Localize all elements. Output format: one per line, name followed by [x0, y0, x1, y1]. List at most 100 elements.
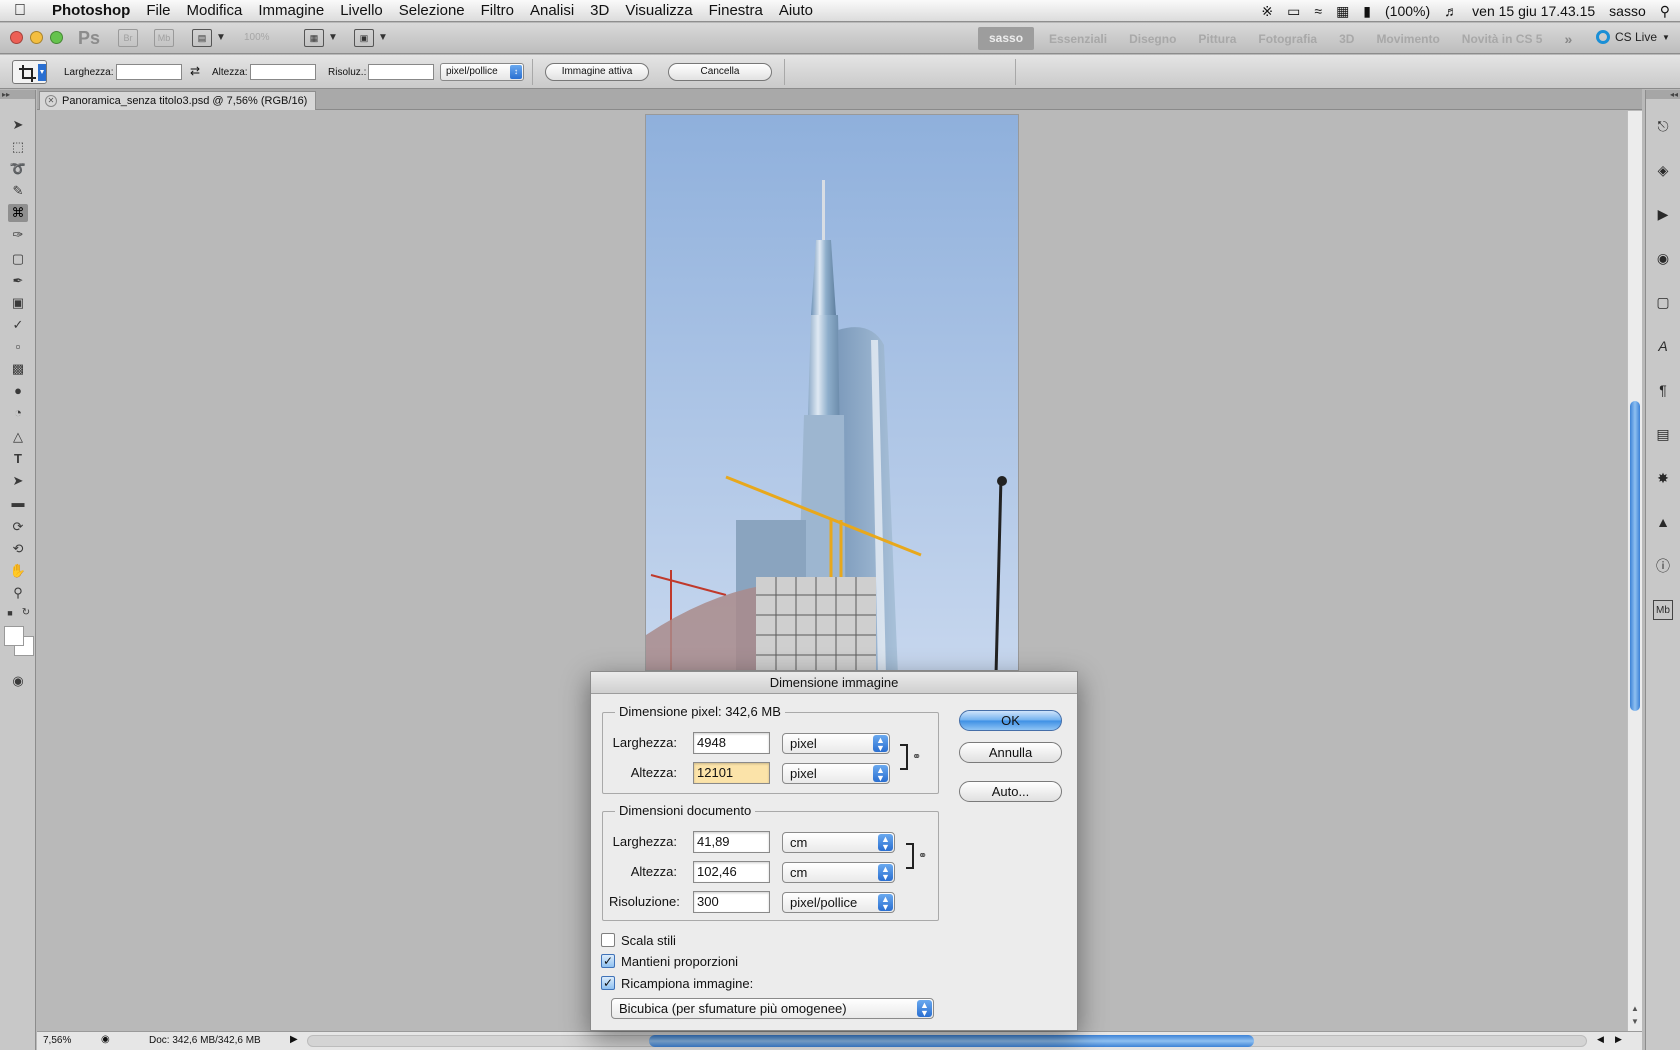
resolution-input[interactable]: 300 — [693, 891, 770, 913]
layers-panel-icon[interactable]: ◈ — [1653, 160, 1673, 180]
pixel-height-unit-select[interactable]: pixel ▲ ▼ — [782, 763, 890, 784]
quick-selection-tool-icon[interactable]: ✎ — [8, 182, 28, 200]
move-tool-icon[interactable]: ➤ — [8, 116, 28, 134]
resolution-unit-select[interactable]: pixel/pollice ▲ ▼ — [782, 892, 895, 913]
menu-3d[interactable]: 3D — [582, 2, 617, 19]
navigator-panel-icon[interactable]: ✸ — [1653, 468, 1673, 488]
menu-modifica[interactable]: Modifica — [179, 2, 251, 19]
resolution-input[interactable] — [368, 64, 434, 80]
workspace-movimento[interactable]: Movimento — [1365, 32, 1450, 46]
actions-panel-icon[interactable]: ▶ — [1653, 204, 1673, 224]
doc-height-input[interactable]: 102,46 — [693, 861, 770, 883]
clone-stamp-tool-icon[interactable]: ▣ — [8, 294, 28, 312]
wifi-icon[interactable]: ≈ — [1314, 3, 1322, 19]
constrain-proportions-box[interactable]: ✓ — [601, 954, 615, 968]
arrange-documents-icon[interactable]: ▦ — [304, 29, 324, 47]
workspace-fotografia[interactable]: Fotografia — [1247, 32, 1328, 46]
apple-icon[interactable]:  — [14, 2, 44, 20]
workspace-essenziali[interactable]: Essenziali — [1038, 32, 1118, 46]
workspace-disegno[interactable]: Disegno — [1118, 32, 1187, 46]
chevron-down-icon[interactable]: ▼ — [328, 32, 338, 43]
pen-tool-icon[interactable]: △ — [8, 428, 28, 446]
quick-mask-icon[interactable]: ◉ — [8, 672, 28, 690]
brush-tool-icon[interactable]: ✒ — [8, 272, 28, 290]
horizontal-scroll-thumb[interactable] — [649, 1035, 1254, 1047]
height-input[interactable] — [250, 64, 316, 80]
crop-tool-icon[interactable]: ⌘ — [8, 204, 28, 222]
scale-styles-checkbox[interactable]: Scala stili — [601, 932, 676, 948]
workspace-3d[interactable]: 3D — [1328, 32, 1365, 46]
hand-tool-icon[interactable]: ✋ — [8, 562, 28, 580]
doc-height-unit-select[interactable]: cm ▲ ▼ — [782, 862, 895, 883]
resample-method-select[interactable]: Bicubica (per sfumature più omogenee) ▲ ▼ — [611, 998, 934, 1019]
type-tool-icon[interactable]: T — [8, 450, 28, 468]
menu-analisi[interactable]: Analisi — [522, 2, 582, 19]
chevron-down-icon[interactable]: ▼ — [378, 32, 388, 43]
tool-preset-picker[interactable] — [12, 60, 47, 84]
scroll-right-icon[interactable]: ▶ — [1615, 1034, 1622, 1045]
zoom-window-button[interactable] — [50, 31, 63, 44]
default-colors-icon[interactable]: ■ — [4, 604, 16, 622]
menu-immagine[interactable]: Immagine — [250, 2, 332, 19]
clear-button[interactable]: Cancella — [668, 63, 772, 81]
bridge-button[interactable]: Br — [118, 29, 138, 47]
chevron-down-icon[interactable]: ▼ — [216, 32, 226, 43]
histogram-panel-icon[interactable]: ▲ — [1653, 512, 1673, 532]
status-menu-icon[interactable]: ▶ — [290, 1034, 298, 1045]
clock[interactable]: ven 15 giu 17.43.15 — [1472, 3, 1595, 19]
status-zoom[interactable]: 7,56% — [43, 1035, 71, 1046]
foreground-color-swatch[interactable] — [4, 626, 24, 646]
swap-colors-icon[interactable]: ↻ — [20, 604, 32, 622]
rectangle-tool-icon[interactable]: ▬ — [8, 494, 28, 512]
scroll-down-icon[interactable]: ▼ — [1631, 1017, 1639, 1026]
screen-mode-icon[interactable]: ▣ — [354, 29, 374, 47]
resample-checkbox[interactable]: ✓ Ricampiona immagine: — [601, 975, 753, 991]
constrain-proportions-checkbox[interactable]: ✓ Mantieni proporzioni — [601, 953, 738, 969]
battery-icon[interactable]: ▮ — [1363, 3, 1371, 20]
cs-live-button[interactable]: CS Live ▼ — [1596, 30, 1670, 44]
scroll-up-icon[interactable]: ▲ — [1631, 1004, 1639, 1013]
3d-orbit-tool-icon[interactable]: ⟲ — [8, 540, 28, 558]
calendar-icon[interactable]: ▦ — [1336, 3, 1349, 20]
eraser-tool-icon[interactable]: ▫ — [8, 338, 28, 356]
zoom-level[interactable]: 100% — [244, 32, 270, 43]
workspace-pittura[interactable]: Pittura — [1187, 32, 1247, 46]
vertical-scrollbar[interactable]: ▲ ▼ — [1627, 111, 1642, 1031]
marquee-tool-icon[interactable]: ⬚ — [8, 138, 28, 156]
workspace-sasso[interactable]: sasso — [978, 27, 1035, 50]
3d-rotate-tool-icon[interactable]: ⟳ — [8, 518, 28, 536]
panel-expand-icon[interactable]: ◂◂ — [1646, 90, 1680, 99]
lasso-tool-icon[interactable]: ➰ — [8, 160, 28, 178]
info-panel-icon[interactable]: ⓘ — [1653, 556, 1673, 576]
document-image[interactable] — [645, 114, 1019, 671]
pixel-width-unit-select[interactable]: pixel ▲ ▼ — [782, 733, 890, 754]
character-panel-icon[interactable]: A — [1653, 336, 1673, 356]
volume-icon[interactable]: ♬ — [1444, 3, 1458, 19]
panel-collapse-icon[interactable]: ▸▸ — [0, 90, 35, 99]
history-brush-tool-icon[interactable]: ✓ — [8, 316, 28, 334]
dodge-tool-icon[interactable]: ◔ — [8, 404, 28, 422]
document-tab[interactable]: ✕ Panoramica_senza titolo3.psd @ 7,56% (… — [39, 91, 317, 110]
clone-source-panel-icon[interactable]: ▤ — [1653, 424, 1673, 444]
menu-app-photoshop[interactable]: Photoshop — [44, 2, 138, 19]
user-name[interactable]: sasso — [1609, 3, 1646, 19]
status-options-icon[interactable]: ◉ — [101, 1034, 110, 1045]
mini-bridge-button[interactable]: Mb — [154, 29, 174, 47]
width-input[interactable] — [116, 64, 182, 80]
scale-styles-box[interactable] — [601, 933, 615, 947]
swap-dimensions-icon[interactable]: ⇄ — [190, 64, 200, 78]
transform-panel-icon[interactable]: ▢ — [1653, 292, 1673, 312]
close-tab-icon[interactable]: ✕ — [45, 95, 57, 107]
pixel-height-input[interactable]: 12101 — [693, 762, 770, 784]
menu-selezione[interactable]: Selezione — [391, 2, 473, 19]
menu-visualizza[interactable]: Visualizza — [617, 2, 700, 19]
blur-tool-icon[interactable]: ● — [8, 382, 28, 400]
history-panel-icon[interactable]: ⎋ — [1653, 116, 1673, 136]
auto-button[interactable]: Auto... — [959, 781, 1062, 802]
close-window-button[interactable] — [10, 31, 23, 44]
scroll-left-icon[interactable]: ◀ — [1597, 1034, 1604, 1045]
spotlight-search-icon[interactable]: ⚲ — [1660, 3, 1670, 20]
resolution-unit-select[interactable]: pixel/pollice ↕ — [440, 63, 524, 81]
zoom-tool-icon[interactable]: ⚲ — [8, 584, 28, 602]
menu-aiuto[interactable]: Aiuto — [771, 2, 821, 19]
